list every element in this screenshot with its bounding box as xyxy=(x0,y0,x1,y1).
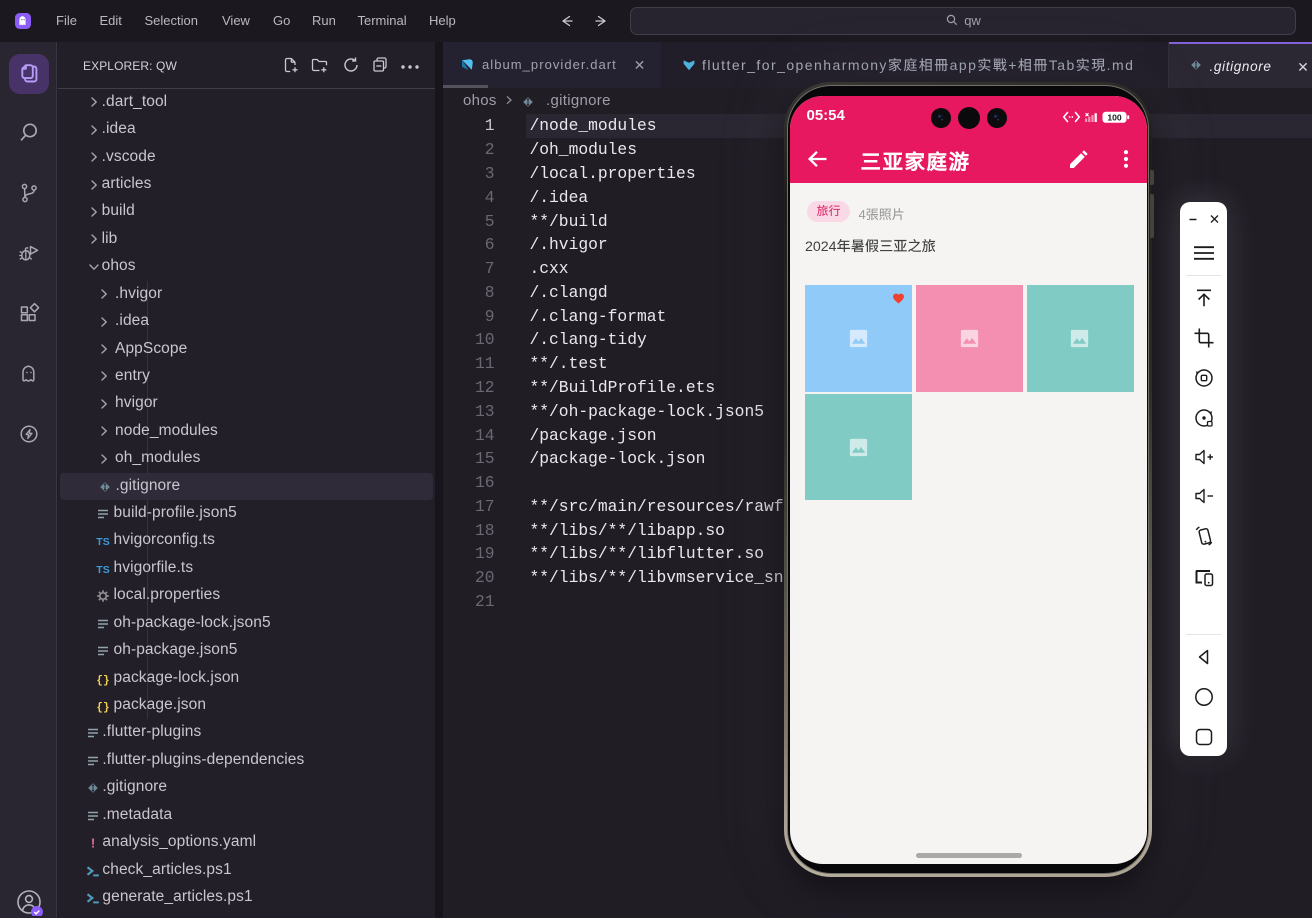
svg-text:TS: TS xyxy=(96,536,109,548)
svg-text:!: ! xyxy=(90,836,94,851)
svg-text:{}: {} xyxy=(96,675,109,687)
svg-text:100: 100 xyxy=(1107,112,1122,122)
svg-text:{}: {} xyxy=(96,702,109,714)
svg-text:TS: TS xyxy=(96,564,109,576)
